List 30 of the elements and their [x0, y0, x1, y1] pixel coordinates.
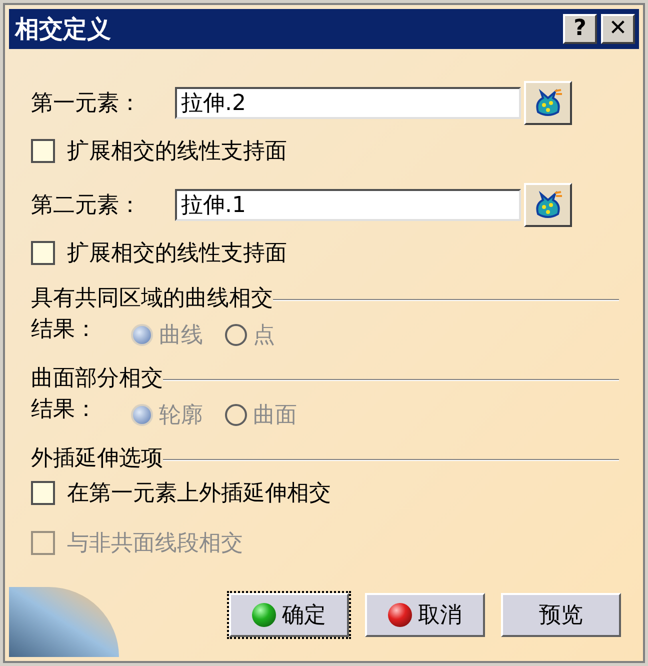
- selector-button[interactable]: [524, 81, 572, 125]
- input-field[interactable]: 拉伸.2: [175, 87, 521, 119]
- checkbox-label: 在第一元素上外插延伸相交: [67, 480, 331, 508]
- field-label: 第二元素：: [31, 192, 142, 220]
- checkbox-label: 扩展相交的线性支持面: [67, 240, 287, 268]
- checkbox[interactable]: [31, 241, 55, 265]
- window-title: 相交定义: [15, 14, 112, 45]
- radio-label: 点: [253, 322, 275, 350]
- close-button[interactable]: ✕: [601, 14, 635, 44]
- radio-label: 轮廓: [159, 402, 203, 430]
- group-heading: 外插延伸选项: [31, 444, 163, 472]
- selector-button[interactable]: [524, 183, 572, 227]
- help-button[interactable]: ?: [563, 14, 597, 44]
- checkbox[interactable]: [31, 481, 55, 505]
- dialog-button[interactable]: 确定: [229, 593, 349, 637]
- group-heading: 具有共同区域的曲线相交: [31, 284, 273, 312]
- radio-group-label: 结果：: [31, 316, 98, 344]
- radio-label: 曲线: [159, 322, 203, 350]
- group-heading: 曲面部分相交: [31, 364, 163, 392]
- checkbox-label: 扩展相交的线性支持面: [67, 138, 287, 166]
- bag-icon: [533, 88, 563, 118]
- radio-group-label: 结果：: [31, 396, 98, 424]
- checkbox-label: 与非共面线段相交: [67, 530, 243, 558]
- checkbox[interactable]: [31, 139, 55, 163]
- dialog-button[interactable]: 预览: [501, 593, 621, 637]
- radio-label: 曲面: [253, 402, 297, 430]
- dialog-button[interactable]: 取消: [365, 593, 485, 637]
- field-label: 第一元素：: [31, 90, 142, 118]
- bag-icon: [533, 190, 563, 220]
- input-field[interactable]: 拉伸.1: [175, 189, 521, 221]
